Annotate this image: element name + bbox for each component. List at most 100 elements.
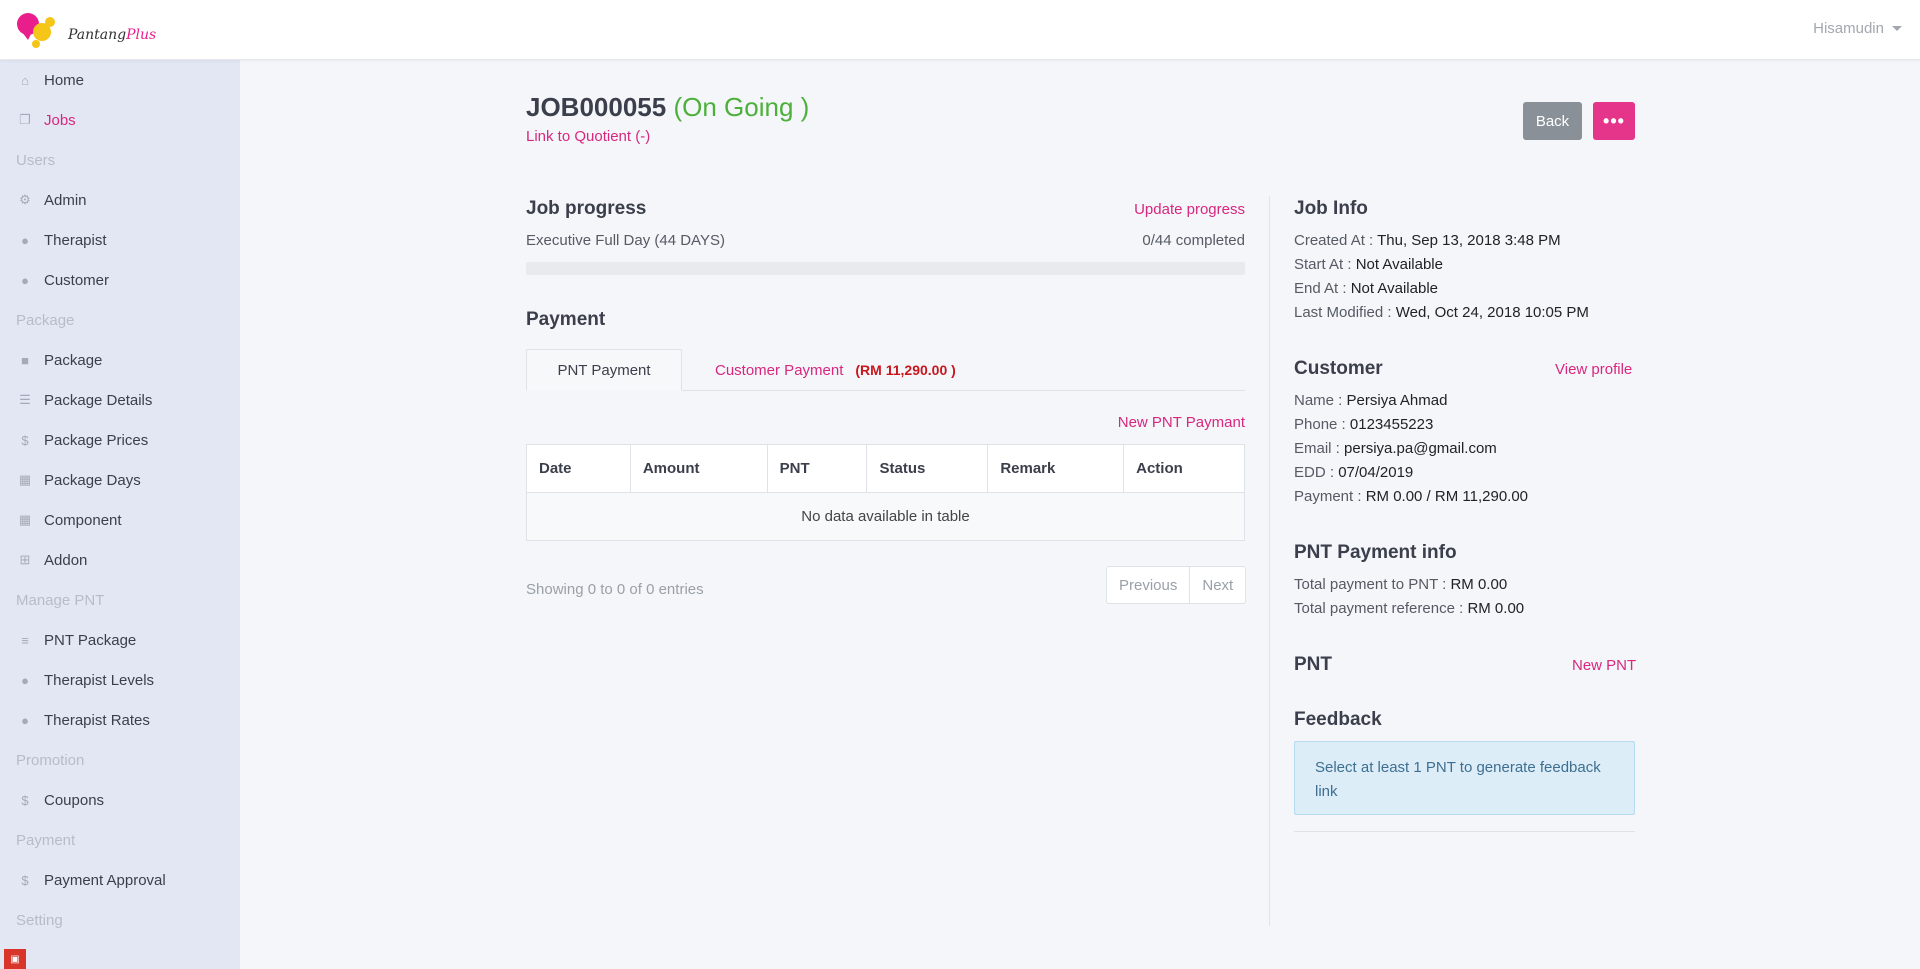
sidebar-item-label: PNT Package — [44, 631, 137, 649]
view-profile-link[interactable]: View profile — [1555, 361, 1632, 378]
sidebar-item-coupons[interactable]: $ Coupons — [0, 780, 240, 820]
payment-table: Date Amount PNT Status Remark Action No data … — [526, 444, 1245, 541]
info-row: EDD : 07/04/2019 — [1294, 464, 1413, 481]
sidebar-item-label: Addon — [44, 551, 88, 569]
job-id: JOB000055 — [526, 92, 667, 122]
sidebar-item-label: Package Days — [44, 471, 141, 489]
sidebar-item-pnt-package[interactable]: ≡ PNT Package — [0, 620, 240, 660]
job-progress-title: Job progress — [526, 198, 647, 219]
sidebar-item-component[interactable]: ▦ Component — [0, 500, 240, 540]
sidebar-item-label: Package Prices — [44, 431, 149, 449]
sidebar-item-therapist[interactable]: ● Therapist — [0, 220, 240, 260]
info-row: Start At : Not Available — [1294, 256, 1443, 273]
column-header[interactable]: Remark — [987, 444, 1125, 493]
quotient-link[interactable]: Link to Quotient (-) — [526, 128, 650, 145]
column-header[interactable]: PNT — [766, 444, 868, 493]
sidebar-item-admin[interactable]: ⚙ Admin — [0, 180, 240, 220]
plus-square-icon: ⊞ — [19, 552, 31, 567]
info-label: Total payment to PNT : — [1294, 576, 1447, 593]
sidebar-item-label: Therapist Levels — [44, 671, 155, 689]
chevron-down-icon — [1892, 26, 1902, 31]
sidebar-item-label: Package Details — [44, 391, 153, 409]
back-button[interactable]: Back — [1523, 102, 1582, 140]
dollar-icon: $ — [21, 432, 29, 448]
sidebar-item-package[interactable]: ■ Package — [0, 340, 240, 380]
info-value: Wed, Oct 24, 2018 10:05 PM — [1395, 304, 1589, 321]
customer-title: Customer — [1294, 358, 1383, 379]
sidebar-item-payment-approval[interactable]: $ Payment Approval — [0, 860, 240, 900]
user-icon: ● — [21, 712, 29, 728]
user-name: Hisamudin — [1813, 20, 1884, 37]
sidebar-item-label: Therapist — [44, 231, 107, 249]
tab-pnt-payment-label: PNT Payment — [557, 361, 651, 379]
sidebar-item-therapist-levels[interactable]: ● Therapist Levels — [0, 660, 240, 700]
update-progress-link[interactable]: Update progress — [1134, 201, 1245, 218]
customer-payment-amount: (RM 11,290.00 ) — [855, 362, 956, 378]
sidebar-item-jobs[interactable]: ❐ Jobs — [0, 100, 240, 140]
sidebar-item-label: Jobs — [44, 111, 76, 129]
sidebar-item-addon[interactable]: ⊞ Addon — [0, 540, 240, 580]
sidebar-item-package-details[interactable]: ☰ Package Details — [0, 380, 240, 420]
info-value: RM 0.00 — [1450, 576, 1508, 593]
info-value: 0123455223 — [1349, 416, 1434, 433]
sidebar-item-label: Therapist Rates — [44, 711, 150, 729]
info-row: Payment : RM 0.00 / RM 11,290.00 — [1294, 488, 1528, 505]
tab-customer-payment-label: Customer Payment — [715, 361, 844, 379]
sidebar-item-home[interactable]: ⌂ Home — [0, 60, 240, 100]
sidebar-section-package: Package — [16, 311, 75, 329]
column-header[interactable]: Action — [1123, 444, 1245, 493]
info-row: Name : Persiya Ahmad — [1294, 392, 1447, 409]
pdf-icon[interactable]: ▣ — [4, 949, 26, 969]
info-row: Phone : 0123455223 — [1294, 416, 1433, 433]
sidebar-item-therapist-rates[interactable]: ● Therapist Rates — [0, 700, 240, 740]
pagination: Previous Next — [1106, 566, 1247, 604]
sidebar-item-package-prices[interactable]: $ Package Prices — [0, 420, 240, 460]
previous-button[interactable]: Previous — [1107, 567, 1189, 603]
sidebar-item-customer[interactable]: ● Customer — [0, 260, 240, 300]
info-label: Payment : — [1294, 488, 1362, 505]
package-name: Executive Full Day (44 DAYS) — [526, 232, 725, 249]
sidebar-section-manage-pnt: Manage PNT — [16, 591, 105, 609]
info-value: Not Available — [1355, 256, 1443, 273]
next-button[interactable]: Next — [1189, 567, 1245, 603]
info-row: Created At : Thu, Sep 13, 2018 3:48 PM — [1294, 232, 1561, 249]
feedback-title: Feedback — [1294, 709, 1382, 730]
sidebar-item-label: Admin — [44, 191, 87, 209]
payment-tabs: PNT Payment Customer Payment (RM 11,290.… — [526, 349, 1245, 391]
sidebar-item-label: Coupons — [44, 791, 105, 809]
grid-icon: ▦ — [18, 512, 32, 527]
more-options-button[interactable]: ••• — [1593, 102, 1635, 140]
logo-mark-icon — [17, 13, 55, 48]
job-info-title: Job Info — [1294, 198, 1368, 219]
info-label: Name : — [1294, 392, 1343, 409]
sidebar-item-label: Payment Approval — [44, 871, 166, 889]
column-header[interactable]: Date — [526, 444, 631, 493]
info-row: Total payment reference : RM 0.00 — [1294, 600, 1524, 617]
square-icon: ■ — [21, 352, 29, 368]
column-header[interactable]: Status — [866, 444, 989, 493]
dollar-icon: $ — [21, 792, 29, 808]
pantang-plus-logo[interactable]: PantangPlus — [14, 10, 156, 52]
sidebar-section-users: Users — [16, 151, 56, 169]
progress-count: 0/44 completed — [1142, 232, 1245, 249]
user-cog-icon: ⚙ — [19, 192, 31, 207]
column-header[interactable]: Amount — [629, 444, 768, 493]
new-pnt-link[interactable]: New PNT — [1572, 657, 1636, 674]
sidebar-item-package-days[interactable]: ▦ Package Days — [0, 460, 240, 500]
info-value: Not Available — [1350, 280, 1439, 297]
new-pnt-payment-link[interactable]: New PNT Paymant — [1118, 414, 1245, 431]
job-progress-bar — [526, 262, 1245, 275]
tab-pnt-payment[interactable]: PNT Payment — [526, 349, 682, 391]
user-menu[interactable]: Hisamudin — [1813, 20, 1902, 37]
info-value: persiya.pa@gmail.com — [1344, 440, 1497, 457]
info-label: Last Modified : — [1294, 304, 1392, 321]
pnt-payment-info-title: PNT Payment info — [1294, 542, 1457, 563]
sidebar-section-setting: Setting — [16, 911, 63, 929]
top-bar: PantangPlus Hisamudin — [0, 0, 1920, 60]
sidebar-item-label: Component — [44, 511, 122, 529]
pnt-title: PNT — [1294, 654, 1332, 675]
tab-customer-payment[interactable]: Customer Payment (RM 11,290.00 ) — [715, 349, 956, 391]
home-icon: ⌂ — [21, 72, 29, 88]
info-label: Email : — [1294, 440, 1340, 457]
sidebar-section-payment: Payment — [16, 831, 76, 849]
